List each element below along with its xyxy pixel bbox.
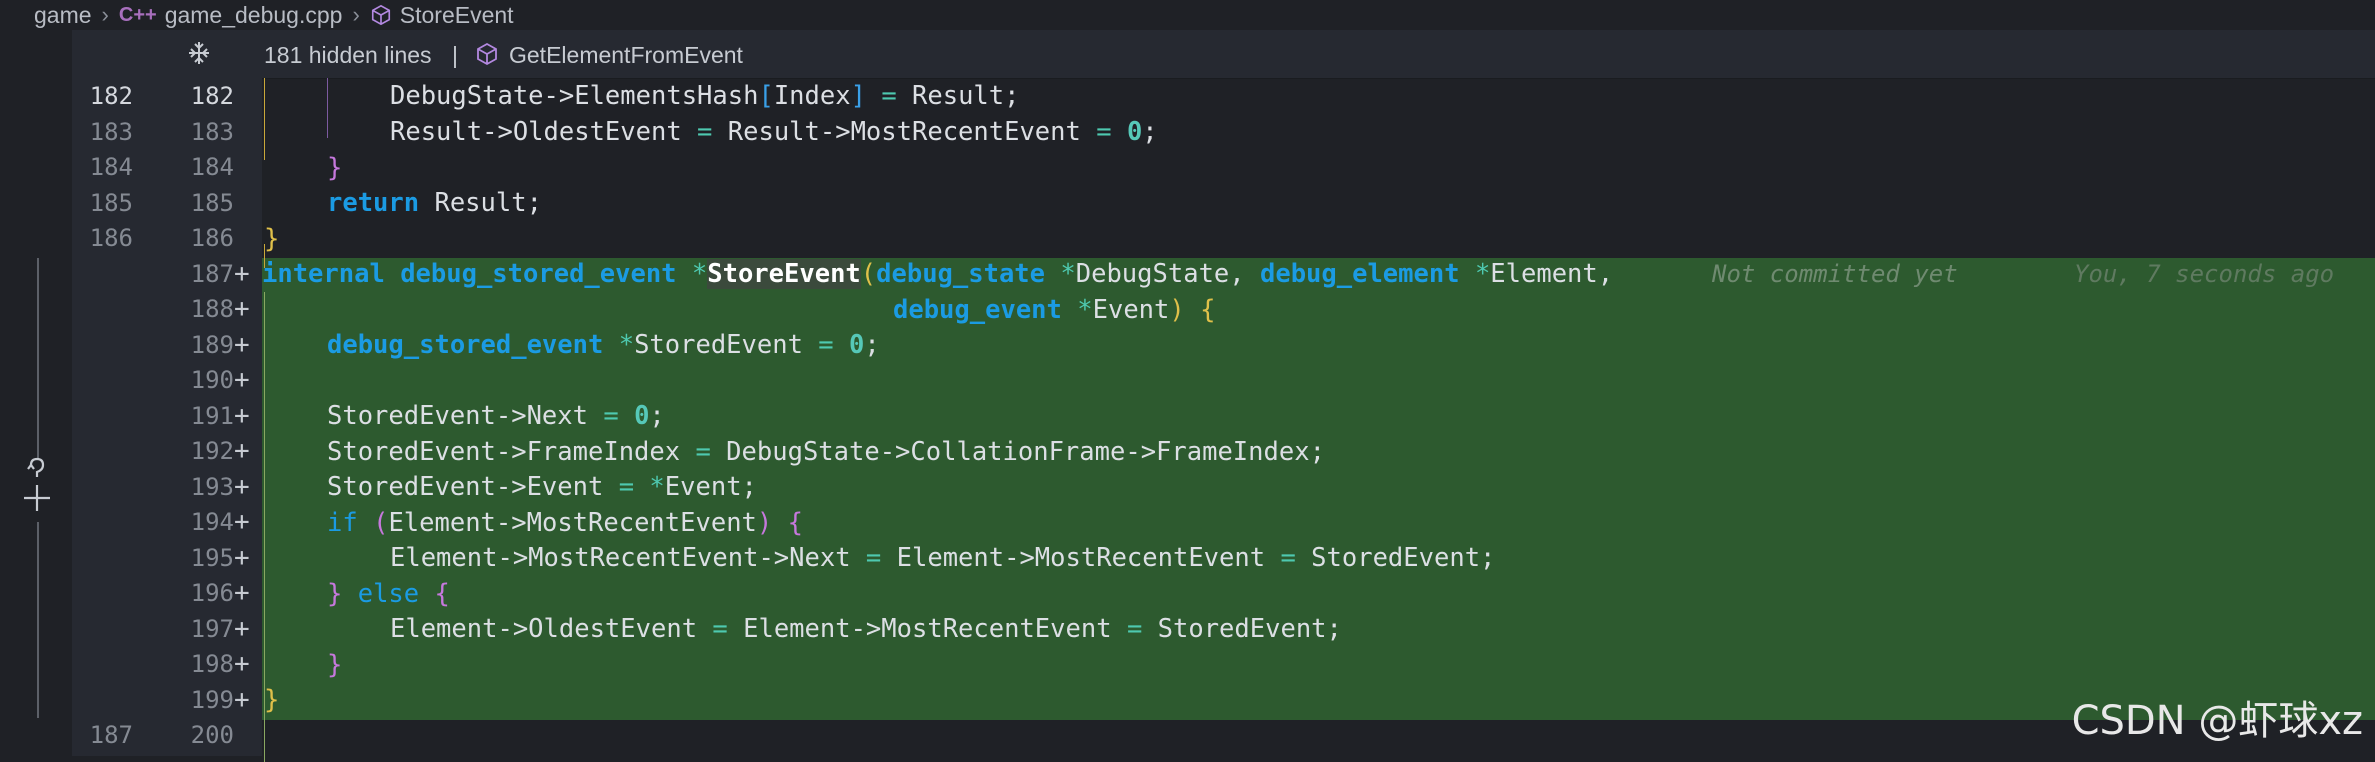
chevron-right-icon: › xyxy=(101,2,109,27)
diff-range-line xyxy=(37,522,39,718)
added-line-marker: + xyxy=(234,684,250,715)
breadcrumb-file[interactable]: game_debug.cpp xyxy=(165,2,343,29)
hidden-lines-label[interactable]: 181 hidden lines xyxy=(264,42,432,69)
added-line-marker: + xyxy=(234,471,250,502)
line-number: 199 xyxy=(190,685,234,714)
base-line-number: 187 xyxy=(89,721,133,749)
line-number: 192 xyxy=(190,437,234,465)
line-number: 183 xyxy=(190,117,234,146)
line-number: 200 xyxy=(190,721,234,749)
base-line-number: 183 xyxy=(89,117,133,146)
code-line-187[interactable]: internal debug_stored_event *StoreEvent(… xyxy=(262,256,1613,292)
code-line-194[interactable]: if (Element->MostRecentEvent) { xyxy=(327,505,803,541)
breadcrumb-root[interactable]: game xyxy=(34,2,92,29)
line-number: 184 xyxy=(190,153,234,181)
breadcrumb: game › C++ game_debug.cpp › StoreEvent xyxy=(0,0,2375,30)
code-line-197[interactable]: Element->OldestEvent = Element->MostRece… xyxy=(390,611,1342,647)
line-number: 193 xyxy=(190,472,234,501)
method-cube-icon xyxy=(477,42,497,66)
indent-guide xyxy=(327,78,328,138)
code-line-198[interactable]: } xyxy=(327,647,342,683)
sticky-scroll-header[interactable]: 181 hidden lines | GetElementFromEvent xyxy=(72,30,2375,79)
line-number: 194 xyxy=(190,508,234,536)
code-line-196[interactable]: } else { xyxy=(327,576,450,612)
code-line-191[interactable]: StoredEvent->Next = 0; xyxy=(327,398,665,434)
code-line-189[interactable]: debug_stored_event *StoredEvent = 0; xyxy=(327,327,880,363)
base-line-number: 184 xyxy=(89,153,133,181)
code-editor[interactable]: DebugState->ElementsHash[Index] = Result… xyxy=(262,78,2375,762)
added-line-marker: + xyxy=(234,578,250,608)
line-number: 195 xyxy=(190,543,234,572)
chevron-right-icon: › xyxy=(352,2,360,27)
added-line-marker: + xyxy=(234,542,250,573)
revert-change-icon[interactable] xyxy=(22,455,52,515)
indent-guide xyxy=(264,78,265,160)
method-cube-icon xyxy=(371,4,390,26)
diff-range-line xyxy=(37,258,39,458)
line-number: 182 xyxy=(190,82,234,110)
code-line-184[interactable]: } xyxy=(327,150,342,186)
code-line-188[interactable]: debug_event *Event) { xyxy=(893,292,1215,328)
cpp-file-icon: C++ xyxy=(118,3,157,26)
line-number: 191 xyxy=(190,401,234,430)
line-number: 189 xyxy=(190,330,234,359)
base-line-number: 186 xyxy=(89,224,133,252)
line-number: 197 xyxy=(190,614,234,643)
line-number: 188 xyxy=(190,295,234,323)
added-line-marker: + xyxy=(234,329,250,360)
added-line-marker: + xyxy=(234,649,250,679)
added-line-marker: + xyxy=(234,613,250,644)
line-number: 186 xyxy=(190,224,234,252)
base-line-number: 182 xyxy=(89,82,133,110)
added-line-marker: + xyxy=(234,365,250,395)
sticky-separator: | xyxy=(452,42,458,68)
line-number: 185 xyxy=(190,188,234,217)
watermark: CSDN @虾球xz xyxy=(2071,698,2363,744)
code-line-183[interactable]: Result->OldestEvent = Result->MostRecent… xyxy=(390,114,1158,150)
line-number: 187 xyxy=(190,259,234,288)
line-number: 198 xyxy=(190,650,234,678)
breadcrumb-symbol[interactable]: StoreEvent xyxy=(400,2,514,29)
blame-author-time: You, 7 seconds ago xyxy=(2074,260,2335,288)
added-line-marker: + xyxy=(234,400,250,431)
added-line-marker: + xyxy=(234,507,250,537)
code-line-195[interactable]: Element->MostRecentEvent->Next = Element… xyxy=(390,540,1495,576)
code-line-186[interactable]: } xyxy=(264,221,279,257)
added-line-marker: + xyxy=(234,436,250,466)
code-line-182[interactable]: DebugState->ElementsHash[Index] = Result… xyxy=(390,78,1020,114)
sticky-function-name[interactable]: GetElementFromEvent xyxy=(509,42,743,69)
code-line-199[interactable]: } xyxy=(264,682,279,718)
added-line-marker: + xyxy=(234,294,250,324)
line-number: 196 xyxy=(190,579,234,607)
line-number: 190 xyxy=(190,366,234,394)
code-line-185[interactable]: return Result; xyxy=(327,185,542,221)
added-line-marker: + xyxy=(234,258,250,289)
code-line-192[interactable]: StoredEvent->FrameIndex = DebugState->Co… xyxy=(327,434,1325,470)
base-line-number: 185 xyxy=(89,188,133,217)
unfold-icon[interactable] xyxy=(184,38,214,68)
code-line-193[interactable]: StoredEvent->Event = *Event; xyxy=(327,469,757,505)
blame-status: Not committed yet xyxy=(1712,260,1958,288)
